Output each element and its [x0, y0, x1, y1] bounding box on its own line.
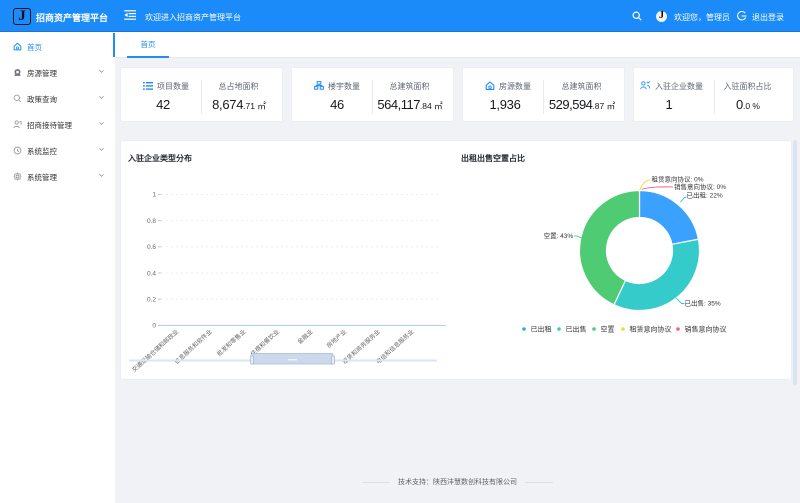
- svg-text:租赁意向协议: 0%: 租赁意向协议: 0%: [652, 175, 704, 184]
- svg-text:租赁意向协议: 租赁意向协议: [630, 325, 672, 334]
- svg-text:已出租: 已出租: [531, 325, 552, 334]
- svg-text:0.8: 0.8: [147, 218, 156, 225]
- svg-text:空置: 空置: [601, 325, 615, 334]
- svg-text:已出售: 35%: 已出售: 35%: [685, 299, 721, 308]
- svg-text:批发和零售业: 批发和零售业: [215, 328, 247, 358]
- svg-text:0.6: 0.6: [147, 244, 156, 251]
- svg-text:0.2: 0.2: [147, 297, 156, 304]
- svg-text:房地产业: 房地产业: [325, 328, 348, 350]
- svg-text:0.4: 0.4: [147, 270, 156, 277]
- svg-text:1: 1: [152, 192, 156, 199]
- svg-text:已出售: 已出售: [566, 325, 587, 334]
- svg-text:空置: 43%: 空置: 43%: [544, 231, 574, 240]
- svg-text:销售意向协议: 销售意向协议: [685, 325, 727, 334]
- svg-text:销售意向协议: 0%: 销售意向协议: 0%: [674, 182, 726, 191]
- svg-text:0: 0: [152, 323, 156, 330]
- svg-text:交通运输仓储和邮政业: 交通运输仓储和邮政业: [130, 328, 180, 374]
- svg-text:金融业: 金融业: [296, 328, 315, 346]
- svg-text:已出租: 22%: 已出租: 22%: [687, 190, 723, 199]
